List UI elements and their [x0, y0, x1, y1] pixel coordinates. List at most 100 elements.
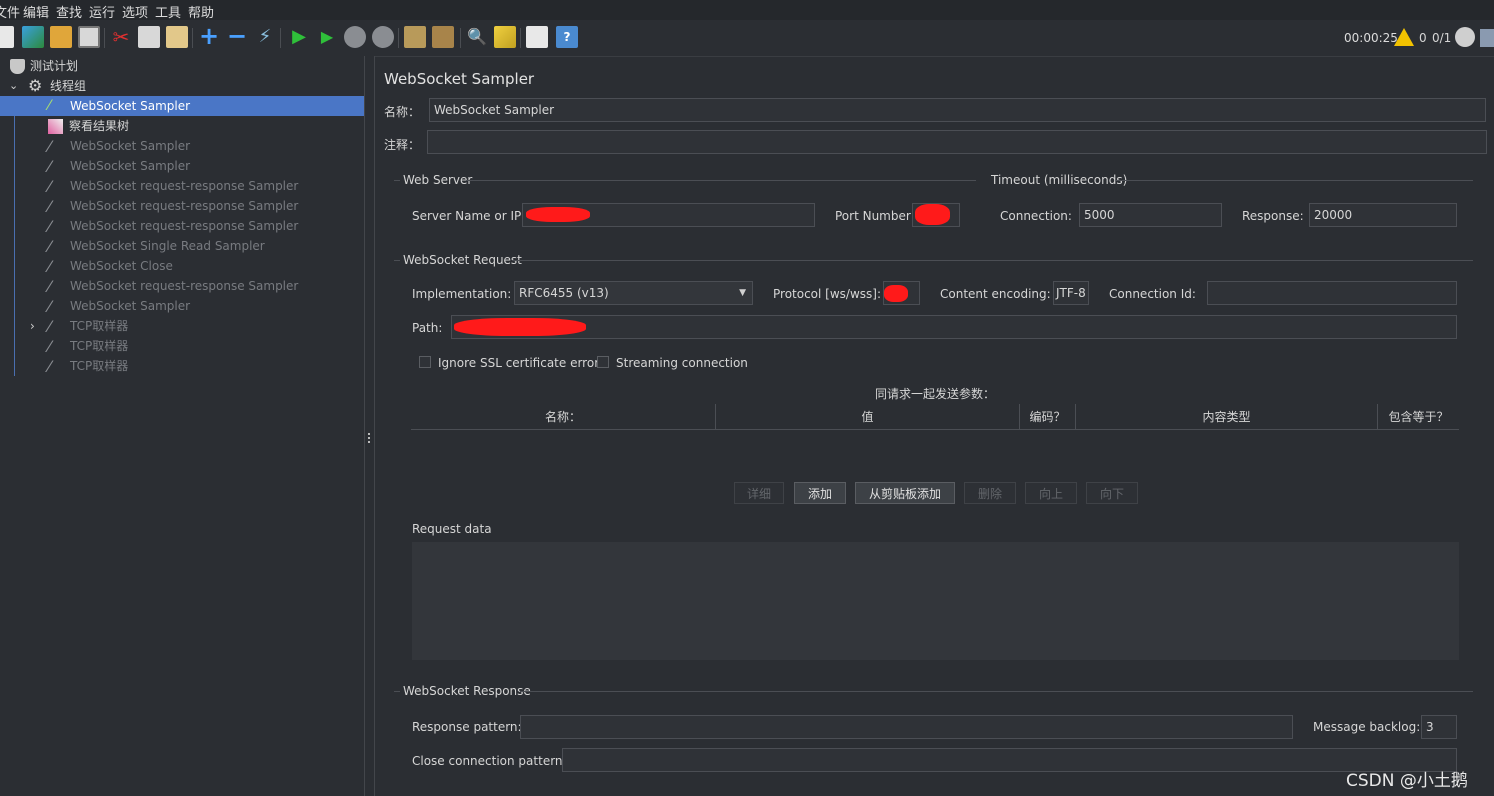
pipette-icon: ⁄	[48, 197, 51, 216]
save-icon[interactable]	[78, 26, 100, 48]
start-icon[interactable]: ▶	[288, 26, 310, 48]
search-icon[interactable]: 🔍	[466, 26, 488, 48]
menu-file[interactable]: 文件	[0, 2, 20, 21]
reset-search-icon[interactable]	[494, 26, 516, 48]
column-header-include-equals[interactable]: 包含等于？	[1378, 404, 1459, 428]
toggle-icon[interactable]: ⚡	[254, 26, 276, 48]
column-header-name[interactable]: 名称：	[411, 404, 715, 428]
menu-run[interactable]: 运行	[89, 2, 115, 21]
path-field[interactable]	[451, 315, 1457, 339]
encoding-field[interactable]: JTF-8	[1053, 281, 1089, 305]
message-backlog-field[interactable]: 3	[1421, 715, 1457, 739]
chevron-right-icon[interactable]: ›	[30, 316, 35, 336]
add-button[interactable]: 添加	[794, 482, 846, 504]
move-down-button[interactable]: 向下	[1086, 482, 1138, 504]
response-pattern-label: Response pattern:	[412, 720, 522, 734]
tree-item-sampler[interactable]: ⁄ WebSocket Sampler	[0, 156, 364, 176]
pipette-icon: ⁄	[48, 257, 51, 276]
remote-status-icon	[1455, 27, 1475, 47]
tree-item-sampler[interactable]: ⁄ WebSocket request-response Sampler	[0, 276, 364, 296]
server-label: Server Name or IP:	[412, 209, 526, 223]
help-icon[interactable]: ?	[556, 26, 578, 48]
log-viewer-icon[interactable]	[1480, 29, 1494, 47]
gear-icon: ⚙	[28, 76, 43, 95]
clear-all-icon[interactable]	[432, 26, 454, 48]
implementation-select[interactable]: RFC6455 (v13) ▼	[514, 281, 753, 305]
name-field[interactable]: WebSocket Sampler	[429, 98, 1486, 122]
menu-bar: 文件 编辑 查找 运行 选项 工具 帮助	[0, 0, 1494, 21]
warning-icon[interactable]	[1394, 28, 1414, 46]
clear-icon[interactable]	[404, 26, 426, 48]
shutdown-icon[interactable]	[372, 26, 394, 48]
close-pattern-label: Close connection pattern:	[412, 754, 567, 768]
response-pattern-field[interactable]	[520, 715, 1293, 739]
tree-item-tcp-sampler[interactable]: ⁄ TCP取样器	[0, 336, 364, 356]
tree-item-sampler[interactable]: ⁄ WebSocket request-response Sampler	[0, 176, 364, 196]
add-from-clipboard-button[interactable]: 从剪贴板添加	[855, 482, 955, 504]
connection-id-field[interactable]	[1207, 281, 1457, 305]
new-icon[interactable]	[0, 26, 14, 48]
page-title: WebSocket Sampler	[384, 70, 535, 88]
tree-item-sampler[interactable]: ⁄ WebSocket Sampler	[0, 136, 364, 156]
menu-edit[interactable]: 编辑	[23, 2, 49, 21]
test-plan-icon	[10, 59, 25, 74]
tree-item-view-results-tree[interactable]: 察看结果树	[0, 116, 364, 136]
tree-item-sampler[interactable]: ⁄ WebSocket Single Read Sampler	[0, 236, 364, 256]
open-icon[interactable]	[50, 26, 72, 48]
request-data-label: Request data	[412, 522, 492, 536]
pipette-icon: ⁄	[48, 177, 51, 196]
tree-item-sampler[interactable]: ⁄ WebSocket request-response Sampler	[0, 196, 364, 216]
menu-help[interactable]: 帮助	[188, 2, 214, 21]
request-data-textarea[interactable]	[412, 542, 1459, 660]
splitter[interactable]	[364, 56, 375, 796]
elapsed-time: 00:00:25	[1344, 31, 1398, 45]
tree-item-sampler[interactable]: ⁄ WebSocket request-response Sampler	[0, 216, 364, 236]
move-up-button[interactable]: 向上	[1025, 482, 1077, 504]
tree-item-sampler[interactable]: ⁄ WebSocket Close	[0, 256, 364, 276]
copy-icon[interactable]	[138, 26, 160, 48]
start-no-pause-icon[interactable]: ▶	[316, 26, 338, 48]
menu-search[interactable]: 查找	[56, 2, 82, 21]
tree-item-tcp-sampler[interactable]: ⁄ TCP取样器	[0, 356, 364, 376]
collapse-icon[interactable]: −	[226, 24, 248, 48]
column-header-content-type[interactable]: 内容类型	[1076, 404, 1377, 428]
timeout-section-title: Timeout (milliseconds)	[991, 173, 1128, 187]
cut-icon[interactable]: ✂	[110, 26, 132, 48]
tree-item-websocket-sampler-selected[interactable]: ⁄ WebSocket Sampler	[0, 96, 364, 116]
tree-item-test-plan[interactable]: 测试计划	[0, 56, 364, 76]
pipette-icon: ⁄	[48, 357, 51, 376]
pipette-icon: ⁄	[48, 277, 51, 296]
expand-icon[interactable]: +	[198, 24, 220, 48]
chevron-down-icon[interactable]: ⌄	[9, 76, 18, 96]
delete-button[interactable]: 删除	[964, 482, 1016, 504]
pipette-icon: ⁄	[48, 317, 51, 336]
detail-button[interactable]: 详细	[734, 482, 784, 504]
ignore-ssl-checkbox[interactable]	[419, 356, 431, 368]
pipette-icon: ⁄	[48, 157, 51, 176]
function-helper-icon[interactable]	[526, 26, 548, 48]
templates-icon[interactable]	[22, 26, 44, 48]
request-section-title: WebSocket Request	[403, 253, 522, 267]
paste-icon[interactable]	[166, 26, 188, 48]
watermark: CSDN @小土鹅	[1346, 771, 1468, 791]
connection-timeout-field[interactable]: 5000	[1079, 203, 1222, 227]
menu-options[interactable]: 选项	[122, 2, 148, 21]
tree-item-tcp-sampler[interactable]: › ⁄ TCP取样器	[0, 316, 364, 336]
tree-item-sampler[interactable]: ⁄ WebSocket Sampler	[0, 296, 364, 316]
column-header-encode[interactable]: 编码？	[1020, 404, 1075, 428]
response-timeout-label: Response:	[1242, 209, 1304, 223]
name-label: 名称：	[384, 105, 421, 119]
chevron-down-icon: ▼	[739, 288, 746, 298]
streaming-checkbox[interactable]	[597, 356, 609, 368]
pipette-icon: ⁄	[48, 337, 51, 356]
pipette-icon: ⁄	[48, 137, 51, 156]
response-timeout-field[interactable]: 20000	[1309, 203, 1457, 227]
stop-icon[interactable]	[344, 26, 366, 48]
pipette-icon: ⁄	[48, 217, 51, 236]
column-header-value[interactable]: 值	[716, 404, 1019, 428]
menu-tools[interactable]: 工具	[155, 2, 181, 21]
close-pattern-field[interactable]	[562, 748, 1457, 772]
chart-icon	[48, 119, 63, 134]
comment-field[interactable]	[427, 130, 1487, 154]
tree-item-thread-group[interactable]: ⌄ ⚙ 线程组	[0, 76, 364, 96]
